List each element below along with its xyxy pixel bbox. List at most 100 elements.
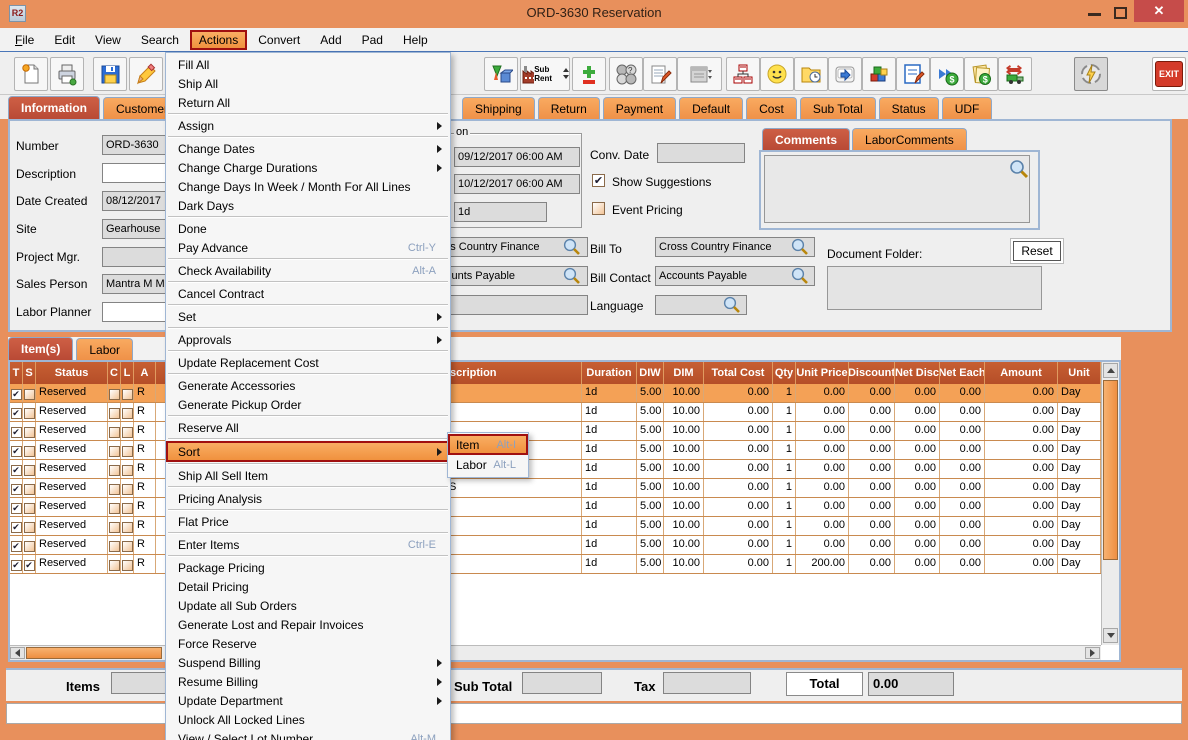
cell-checkbox-l[interactable] — [121, 422, 134, 440]
cell-checkbox-l[interactable] — [121, 460, 134, 478]
cell-net_disc[interactable]: 0.00 — [895, 422, 940, 440]
cell-diw[interactable]: 5.00 — [637, 479, 664, 497]
cell-duration[interactable]: 1d — [582, 517, 637, 535]
column-header-dim[interactable]: DIM — [664, 362, 704, 384]
l-checkbox[interactable] — [122, 522, 133, 533]
t-checkbox[interactable]: ✔ — [11, 503, 22, 514]
cell-discount[interactable]: 0.00 — [849, 498, 895, 516]
cell-duration[interactable]: 1d — [582, 422, 637, 440]
edit-button[interactable] — [129, 57, 163, 91]
tab-status[interactable]: Status — [879, 97, 939, 119]
cell-discount[interactable]: 0.00 — [849, 479, 895, 497]
column-header-s[interactable]: S — [23, 362, 36, 384]
cell-amount[interactable]: 0.00 — [985, 479, 1058, 497]
actions-menu-item-change-dates[interactable]: Change Dates — [166, 139, 450, 158]
cell-dim[interactable]: 10.00 — [664, 479, 704, 497]
cell-unit_price[interactable]: 0.00 — [796, 441, 849, 459]
tab-laborcomments[interactable]: LaborComments — [852, 128, 967, 150]
scroll-left-button[interactable] — [10, 647, 25, 659]
t-checkbox[interactable]: ✔ — [11, 541, 22, 552]
cell-net_each[interactable]: 0.00 — [940, 479, 985, 497]
cell-diw[interactable]: 5.00 — [637, 384, 664, 402]
cell-unit_price[interactable]: 0.00 — [796, 403, 849, 421]
ship-contact-search-icon[interactable] — [562, 266, 582, 286]
tab-shipping[interactable]: Shipping — [462, 97, 535, 119]
ship-to-search-icon[interactable] — [562, 237, 582, 257]
column-header-unit-price[interactable]: Unit Price — [796, 362, 849, 384]
cell-unit[interactable]: Day — [1058, 403, 1101, 421]
tab-return[interactable]: Return — [538, 97, 600, 119]
cell-checkbox-s[interactable] — [23, 403, 36, 421]
cell-checkbox-c[interactable] — [108, 517, 121, 535]
cell-amount[interactable]: 0.00 — [985, 555, 1058, 573]
l-checkbox[interactable] — [122, 427, 133, 438]
language-search-icon[interactable] — [722, 295, 742, 315]
cell-net_disc[interactable]: 0.00 — [895, 479, 940, 497]
cell-qty[interactable]: 1 — [773, 384, 796, 402]
cell-unit_price[interactable]: 0.00 — [796, 498, 849, 516]
actions-menu-item-sort[interactable]: Sort — [166, 441, 450, 462]
minimize-button[interactable] — [1088, 13, 1101, 16]
t-checkbox[interactable]: ✔ — [11, 446, 22, 457]
inventory-cubes-button[interactable] — [862, 57, 896, 91]
cell-diw[interactable]: 5.00 — [637, 517, 664, 535]
c-checkbox[interactable] — [109, 408, 120, 419]
cell-checkbox-t[interactable]: ✔ — [10, 422, 23, 440]
cell-total_cost[interactable]: 0.00 — [704, 441, 773, 459]
cell-checkbox-s[interactable] — [23, 460, 36, 478]
cell-checkbox-s[interactable] — [23, 422, 36, 440]
menubar-item-convert[interactable]: Convert — [249, 30, 309, 50]
c-checkbox[interactable] — [109, 465, 120, 476]
actions-menu-item-update-all-sub-orders[interactable]: Update all Sub Orders — [166, 596, 450, 615]
cell-a[interactable]: R — [134, 460, 156, 478]
cell-status[interactable]: Reserved — [36, 536, 108, 554]
cell-status[interactable]: Reserved — [36, 555, 108, 573]
cell-dim[interactable]: 10.00 — [664, 384, 704, 402]
cell-checkbox-t[interactable]: ✔ — [10, 517, 23, 535]
cell-qty[interactable]: 1 — [773, 460, 796, 478]
cell-checkbox-l[interactable] — [121, 555, 134, 573]
bill-contact-search-icon[interactable] — [790, 266, 810, 286]
cell-checkbox-s[interactable] — [23, 536, 36, 554]
tab-udf[interactable]: UDF — [942, 97, 993, 119]
site-field[interactable]: Gearhouse — [102, 219, 172, 239]
cell-checkbox-s[interactable]: ✔ — [23, 555, 36, 573]
actions-menu-item-return-all[interactable]: Return All — [166, 93, 450, 112]
cell-duration[interactable]: 1d — [582, 479, 637, 497]
comments-search-icon[interactable] — [1008, 158, 1030, 180]
actions-menu-item-fill-all[interactable]: Fill All — [166, 55, 450, 74]
cell-duration[interactable]: 1d — [582, 536, 637, 554]
cell-checkbox-l[interactable] — [121, 479, 134, 497]
cell-diw[interactable]: 5.00 — [637, 536, 664, 554]
add-remove-lines-button[interactable] — [572, 57, 606, 91]
cell-amount[interactable]: 0.00 — [985, 498, 1058, 516]
cell-duration[interactable]: 1d — [582, 403, 637, 421]
cell-discount[interactable]: 0.00 — [849, 384, 895, 402]
tab-comments[interactable]: Comments — [762, 128, 850, 150]
cell-duration[interactable]: 1d — [582, 555, 637, 573]
cell-checkbox-t[interactable]: ✔ — [10, 479, 23, 497]
document-folder-box[interactable] — [827, 266, 1042, 310]
cell-checkbox-c[interactable] — [108, 384, 121, 402]
cell-dim[interactable]: 10.00 — [664, 460, 704, 478]
cell-total_cost[interactable]: 0.00 — [704, 536, 773, 554]
tab-item-s[interactable]: Item(s) — [8, 337, 73, 360]
column-header-qty[interactable]: Qty — [773, 362, 796, 384]
customer-smiley-button[interactable] — [760, 57, 794, 91]
l-checkbox[interactable] — [122, 446, 133, 457]
actions-menu-item-update-department[interactable]: Update Department — [166, 691, 450, 710]
actions-menu-item-resume-billing[interactable]: Resume Billing — [166, 672, 450, 691]
cell-checkbox-t[interactable]: ✔ — [10, 555, 23, 573]
c-checkbox[interactable] — [109, 389, 120, 400]
delivery-truck-button[interactable] — [998, 57, 1032, 91]
actions-menu-item-package-pricing[interactable]: Package Pricing — [166, 558, 450, 577]
cell-unit_price[interactable]: 200.00 — [796, 555, 849, 573]
menubar-item-help[interactable]: Help — [394, 30, 437, 50]
cell-duration[interactable]: 1d — [582, 498, 637, 516]
cell-a[interactable]: R — [134, 441, 156, 459]
calendar-button[interactable] — [677, 57, 722, 91]
cell-qty[interactable]: 1 — [773, 422, 796, 440]
cell-net_each[interactable]: 0.00 — [940, 498, 985, 516]
t-checkbox[interactable]: ✔ — [11, 560, 22, 571]
l-checkbox[interactable] — [122, 389, 133, 400]
